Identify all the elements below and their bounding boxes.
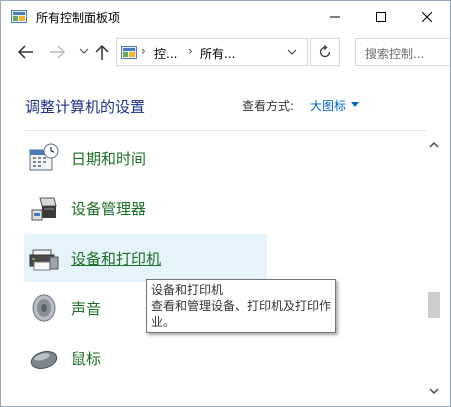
close-button[interactable] [404, 1, 450, 32]
view-by-caret-icon[interactable] [351, 102, 359, 107]
scroll-down-chevron-icon[interactable] [429, 387, 439, 395]
item-label[interactable]: 设备和打印机 [71, 248, 161, 269]
mouse-icon [30, 351, 58, 369]
breadcrumb-control-panel[interactable]: 控... [154, 45, 177, 62]
search-box[interactable]: 搜索控制... [355, 38, 450, 66]
tooltip-description: 查看和管理设备、打印机及打印作业。 [151, 299, 332, 329]
forward-arrow-icon[interactable] [47, 42, 67, 62]
title-bar[interactable]: 所有控制面板项 [1, 1, 450, 32]
tooltip-title: 设备和打印机 [151, 283, 224, 297]
item-label[interactable]: 设备管理器 [71, 198, 146, 219]
item-mouse[interactable]: 鼠标 [24, 334, 267, 382]
item-label[interactable]: 声音 [71, 298, 101, 319]
breadcrumb-all-items[interactable]: 所有... [200, 45, 235, 62]
back-arrow-icon[interactable] [16, 42, 36, 62]
tooltip: 设备和打印机 查看和管理设备、打印机及打印作业。 [146, 279, 336, 333]
control-panel-icon [11, 10, 27, 23]
divider [25, 130, 426, 131]
calendar-clock-icon [29, 143, 59, 171]
item-label[interactable]: 日期和时间 [71, 148, 146, 169]
address-bar[interactable]: › 控... › 所有... [116, 38, 308, 66]
recent-locations-chevron-icon[interactable] [78, 45, 90, 57]
minimize-button[interactable] [312, 1, 358, 32]
item-devices-and-printers[interactable]: 设备和打印机 [24, 234, 267, 282]
device-manager-icon [31, 197, 57, 221]
breadcrumb-separator[interactable]: › [188, 44, 193, 58]
control-panel-icon [121, 46, 137, 59]
search-placeholder[interactable]: 搜索控制... [365, 45, 424, 62]
item-device-manager[interactable]: 设备管理器 [24, 184, 267, 232]
refresh-icon [319, 45, 331, 58]
refresh-button[interactable] [310, 38, 340, 66]
close-icon [422, 11, 432, 22]
minimize-icon [330, 16, 340, 17]
up-arrow-icon[interactable] [93, 42, 111, 62]
scroll-up-chevron-icon[interactable] [429, 141, 439, 149]
control-panel-window: 所有控制面板项 › 控... › 所有... 搜索控制... 调整计算机的设置 … [0, 0, 451, 407]
item-date-and-time[interactable]: 日期和时间 [24, 134, 267, 182]
view-by-label: 查看方式: [242, 99, 295, 113]
speaker-icon [32, 294, 56, 322]
page-heading: 调整计算机的设置 [25, 98, 146, 116]
navigation-bar: › 控... › 所有... 搜索控制... [1, 33, 450, 73]
maximize-icon [376, 11, 386, 22]
vertical-scrollbar[interactable] [426, 132, 443, 406]
address-dropdown-chevron-icon[interactable] [287, 48, 297, 56]
view-by-dropdown[interactable]: 大图标 [310, 97, 346, 114]
maximize-button[interactable] [358, 1, 404, 32]
window-title: 所有控制面板项 [36, 11, 121, 25]
printer-icon [29, 249, 59, 271]
scrollbar-thumb[interactable] [428, 292, 440, 318]
breadcrumb-separator[interactable]: › [141, 44, 146, 58]
item-label[interactable]: 鼠标 [71, 348, 101, 369]
